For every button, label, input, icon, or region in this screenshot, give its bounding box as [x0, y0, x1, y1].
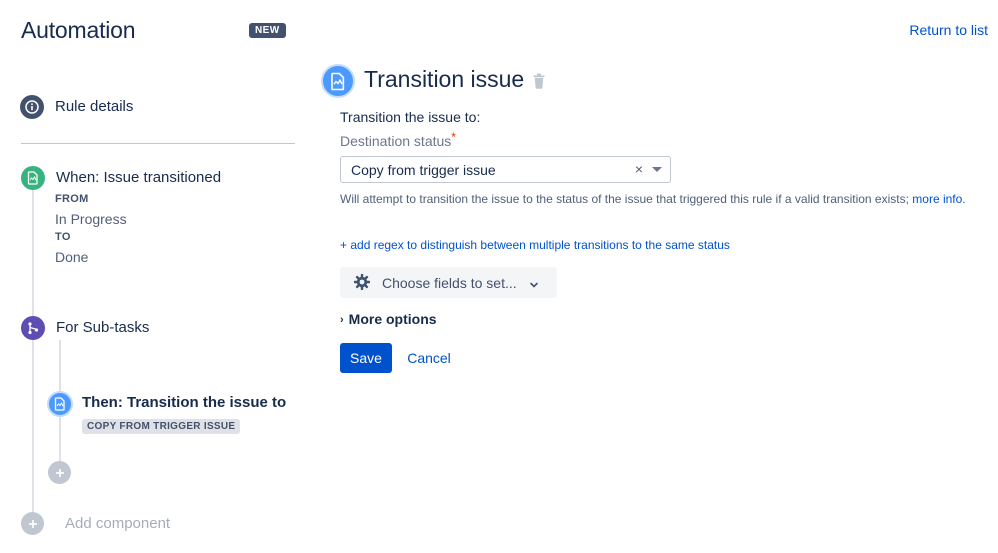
- destination-status-select[interactable]: Copy from trigger issue ×: [340, 156, 671, 183]
- from-value: In Progress: [55, 211, 127, 227]
- plus-icon: [55, 468, 64, 477]
- rule-details-label: Rule details: [55, 98, 134, 115]
- component-title: Transition issue: [364, 66, 525, 92]
- page-title: Automation: [21, 17, 136, 43]
- required-marker: *: [451, 130, 456, 144]
- add-branch-component-button[interactable]: [48, 461, 71, 484]
- add-regex-link[interactable]: + add regex to distinguish between multi…: [340, 238, 730, 252]
- more-info-link[interactable]: more info.: [912, 192, 965, 206]
- gear-icon: [353, 273, 371, 291]
- select-value: Copy from trigger issue: [351, 162, 496, 178]
- more-options-toggle[interactable]: › More options: [340, 311, 437, 327]
- clear-icon[interactable]: ×: [633, 161, 645, 177]
- new-badge: NEW: [249, 23, 286, 38]
- info-icon: [20, 95, 44, 119]
- destination-status-label: Destination status*: [340, 130, 456, 149]
- chevron-down-icon: [529, 277, 539, 288]
- choose-fields-label: Choose fields to set...: [382, 275, 517, 291]
- plus-icon: [21, 512, 44, 535]
- action-value-lozenge: COPY FROM TRIGGER ISSUE: [82, 419, 241, 434]
- timeline-connector: [32, 190, 34, 520]
- add-component-label: Add component: [65, 515, 171, 532]
- to-label: TO: [55, 231, 71, 243]
- issue-icon: [21, 166, 45, 190]
- choose-fields-button[interactable]: Choose fields to set...: [340, 267, 557, 298]
- transition-label: Transition the issue to:: [340, 109, 481, 125]
- save-button[interactable]: Save: [340, 343, 392, 373]
- cancel-button[interactable]: Cancel: [400, 343, 458, 373]
- issue-icon: [47, 391, 73, 417]
- sidebar-divider: [21, 143, 295, 144]
- from-label: FROM: [55, 193, 89, 205]
- action-title: Then: Transition the issue to: [82, 394, 287, 411]
- branch-icon: [21, 316, 45, 340]
- trash-icon[interactable]: [533, 73, 545, 89]
- issue-icon: [321, 64, 355, 98]
- return-to-list-link[interactable]: Return to list: [909, 22, 988, 38]
- chevron-down-icon[interactable]: [652, 167, 662, 172]
- branch-title: For Sub-tasks: [56, 319, 150, 336]
- chevron-right-icon: ›: [340, 314, 344, 326]
- to-value: Done: [55, 249, 89, 265]
- trigger-title: When: Issue transitioned: [56, 169, 222, 186]
- help-text: Will attempt to transition the issue to …: [340, 192, 966, 206]
